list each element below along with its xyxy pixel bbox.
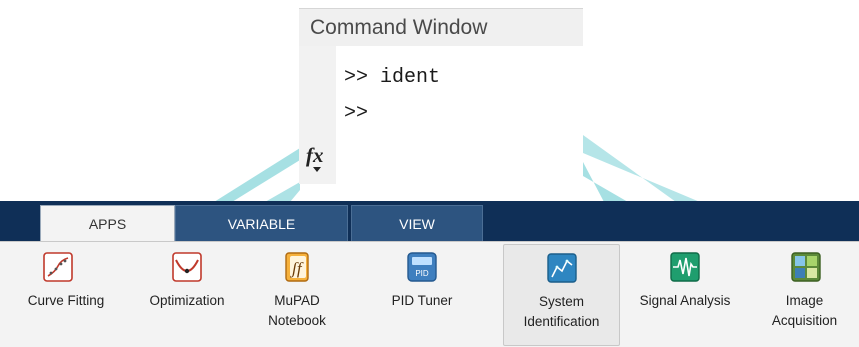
app-label: MuPAD Notebook [268,293,326,328]
tab-variable[interactable]: VARIABLE [175,205,348,241]
command-window-gutter: fx [299,46,336,184]
signal-analysis-icon [670,252,700,282]
command-prompt[interactable]: >> [344,102,368,125]
app-label: Optimization [149,293,225,308]
app-curve-fitting[interactable]: Curve Fitting [0,244,132,346]
command-window-title: Command Window [299,8,583,46]
chevron-down-icon[interactable] [313,167,321,172]
app-system-identification[interactable]: System Identification [503,244,620,346]
svg-text:PID: PID [415,269,429,278]
ribbon-tabstrip: APPS VARIABLE VIEW [0,201,859,241]
tab-apps[interactable]: APPS [40,205,175,241]
command-input-area[interactable]: >> ident >> [336,46,583,184]
app-label: Curve Fitting [27,293,105,308]
app-signal-analysis[interactable]: Signal Analysis [620,244,750,346]
curve-fitting-icon [43,252,73,282]
optimization-icon [172,252,202,282]
mupad-icon: ʃf [285,252,309,282]
function-browser-icon[interactable]: fx [306,143,324,168]
app-label: Signal Analysis [639,293,731,308]
app-pid-tuner[interactable]: PID PID Tuner [352,244,492,346]
system-identification-icon [547,253,577,283]
app-optimization[interactable]: Optimization [132,244,242,346]
apps-toolstrip: Curve Fitting Optimization ʃf MuPAD Note… [0,241,859,347]
command-line-1: >> ident [344,66,441,89]
app-mupad-notebook[interactable]: ʃf MuPAD Notebook [242,244,352,346]
pid-icon: PID [407,252,437,282]
app-image-acquisition[interactable]: Image Acquisition [750,244,859,346]
app-label: PID Tuner [391,293,453,308]
app-label: System Identification [523,294,600,329]
command-window: Command Window fx >> ident >> [299,8,583,184]
app-label: Image Acquisition [771,293,838,328]
tab-view[interactable]: VIEW [351,205,483,241]
image-acquisition-icon [791,252,821,282]
